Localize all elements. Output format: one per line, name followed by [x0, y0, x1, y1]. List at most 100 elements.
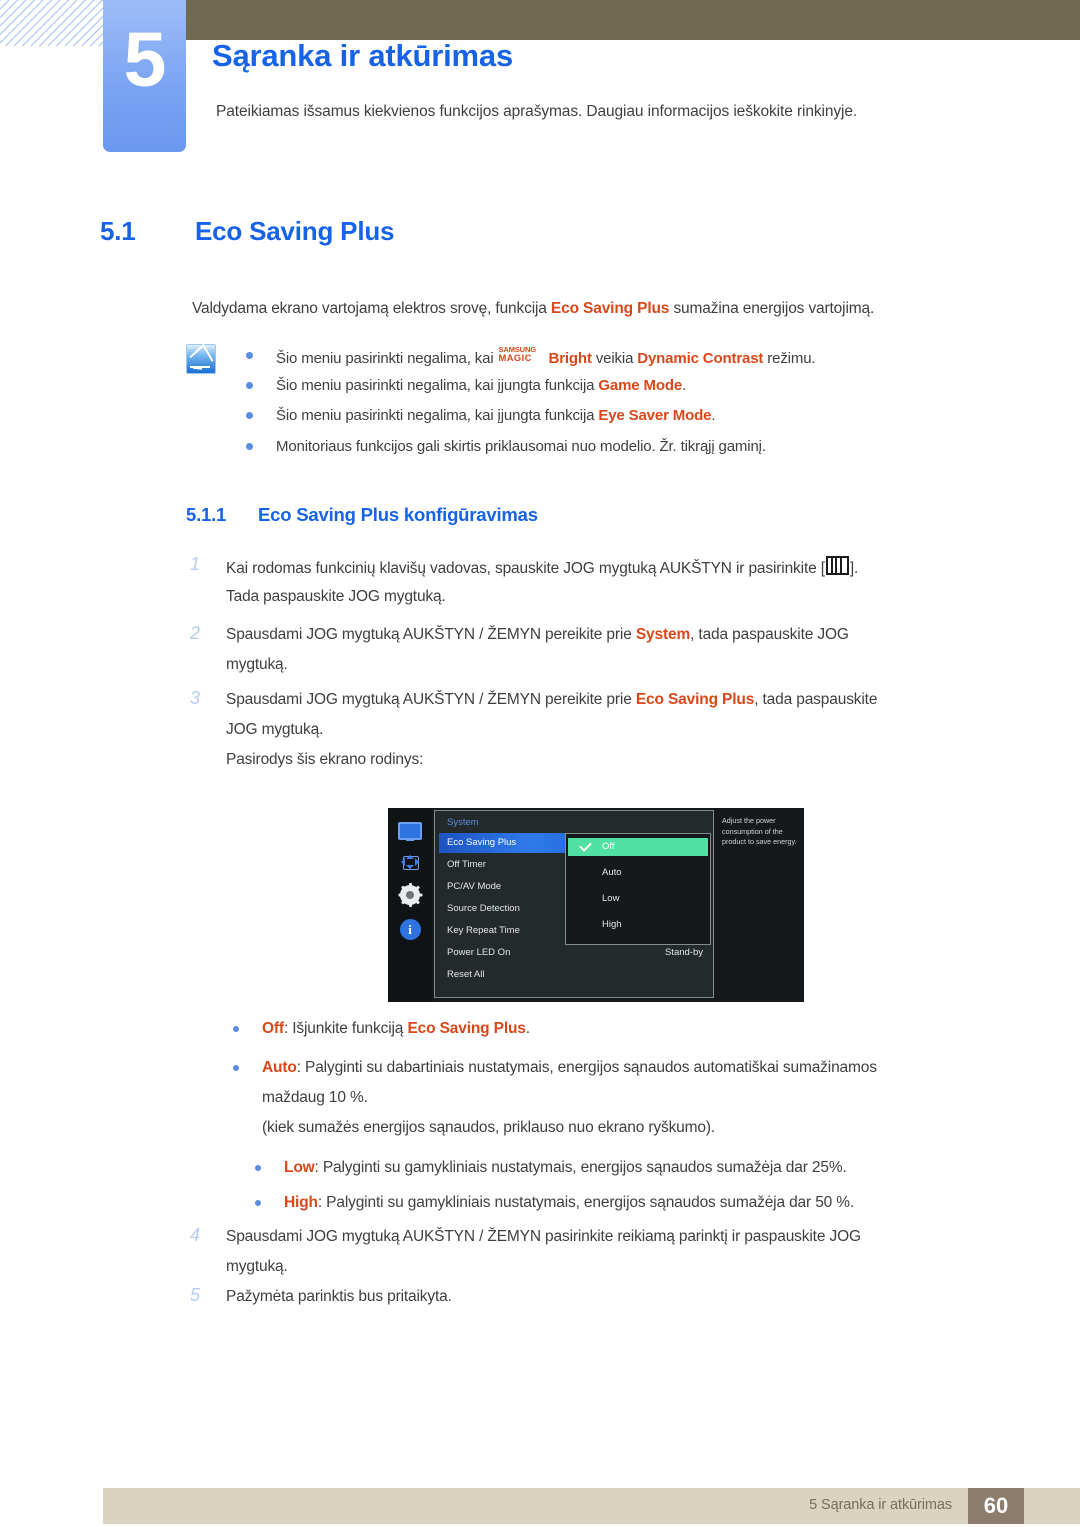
note-text-before: Šio meniu pasirinkti negalima, kai [276, 350, 498, 367]
option-term: Off [262, 1020, 284, 1037]
osd-option-high[interactable]: High [568, 916, 708, 934]
option-text-before: : Palyginti su dabartiniais nustatymais,… [296, 1059, 877, 1076]
subsection-number: 5.1.1 [186, 504, 227, 525]
osd-menu-item-label: Source Detection [447, 903, 520, 914]
step-3-line-2: JOG mygtuką. [226, 721, 324, 738]
osd-menu-item-label: PC/AV Mode [447, 881, 502, 892]
option-item-auto: Auto: Palyginti su dabartiniais nustatym… [262, 1058, 877, 1078]
decorative-hatch-pattern [0, 0, 108, 46]
note-text-middle: veikia [591, 350, 638, 367]
step-2-text-after: , tada paspauskite JOG [690, 626, 849, 643]
note-text-after: . [682, 377, 687, 394]
option-item-auto-line-2: maždaug 10 %. [262, 1089, 368, 1106]
step-1-line-2: Tada paspauskite JOG mygtuką. [226, 588, 446, 605]
osd-menu-item-label: Eco Saving Plus [447, 837, 517, 848]
option-item-auto-line-3: (kiek sumažės energijos sąnaudos, prikla… [262, 1119, 716, 1136]
section-title: Eco Saving Plus [195, 216, 395, 246]
section-number: 5.1 [100, 216, 136, 246]
option-term: Auto [262, 1059, 297, 1076]
osd-option-off[interactable]: Off [568, 838, 708, 856]
osd-option-label: Off [602, 841, 615, 852]
note-item: Monitoriaus funkcijos gali skirtis prikl… [276, 437, 766, 457]
step-1-line-1: Kai rodomas funkcinių klavišų vadovas, s… [226, 556, 858, 579]
osd-option-low[interactable]: Low [568, 890, 708, 908]
chapter-subtitle: Pateikiamas išsamus kiekvienos funkcijos… [216, 103, 858, 120]
osd-option-label: Low [602, 893, 620, 904]
option-bullet [255, 1165, 261, 1171]
section-intro-paragraph: Valdydama ekrano vartojamą elektros srov… [192, 299, 874, 319]
osd-menu-item-label: Key Repeat Time [447, 925, 520, 936]
option-item-off: Off: Išjunkite funkciją Eco Saving Plus. [262, 1019, 530, 1039]
osd-menu-item-label: Power LED On [447, 947, 511, 958]
note-text-before: Šio meniu pasirinkti negalima, kai įjung… [276, 407, 599, 424]
magic-bright-word: Bright [548, 350, 592, 367]
note-item: Šio meniu pasirinkti negalima, kai SAMSU… [276, 346, 816, 369]
magicbright-logo: SAMSUNG MAGIC [498, 346, 549, 364]
section-heading: 5.1 Eco Saving Plus [100, 216, 394, 247]
option-item-high: High: Palyginti su gamykliniais nustatym… [284, 1193, 854, 1213]
osd-menu-item-reset-all[interactable]: Reset All [439, 965, 605, 985]
step-number-1: 1 [190, 554, 201, 574]
pencil-shape [189, 343, 214, 374]
option-item-low: Low: Palyginti su gamykliniais nustatyma… [284, 1158, 847, 1178]
osd-option-label: Auto [602, 867, 622, 878]
osd-menu-item-power-led-value: Stand-by [664, 947, 703, 958]
intro-text-before: Valdydama ekrano vartojamą elektros srov… [192, 300, 551, 317]
monitor-icon[interactable] [398, 822, 422, 841]
subsection-heading: 5.1.1 Eco Saving Plus konfigūravimas [186, 504, 538, 526]
step-3-text-before: Spausdami JOG mygtuką AUKŠTYN / ŽEMYN pe… [226, 691, 636, 708]
option-bullet [233, 1065, 239, 1071]
position-arrows-icon[interactable] [399, 853, 421, 871]
osd-icon-rail: i [388, 808, 432, 1002]
pencil-underline [190, 366, 210, 368]
step-3-line-3: Pasirodys šis ekrano rodinys: [226, 751, 424, 768]
option-highlight: Eco Saving Plus [407, 1020, 526, 1037]
info-icon[interactable]: i [399, 919, 421, 940]
step-4-line-1: Spausdami JOG mygtuką AUKŠTYN / ŽEMYN pa… [226, 1228, 861, 1245]
step-2-text-before: Spausdami JOG mygtuką AUKŠTYN / ŽEMYN pe… [226, 626, 636, 643]
note-text-before: Monitoriaus funkcijos gali skirtis prikl… [276, 438, 766, 455]
option-bullet [233, 1026, 239, 1032]
note-bullet [246, 352, 253, 359]
option-text-before: : Išjunkite funkciją [283, 1020, 408, 1037]
osd-menu-item-label: Reset All [447, 969, 485, 980]
step-1-text-before: Kai rodomas funkcinių klavišų vadovas, s… [226, 560, 825, 577]
note-highlight: Dynamic Contrast [637, 350, 764, 367]
chapter-title: Sąranka ir atkūrimas [212, 38, 514, 73]
option-text-before: : Palyginti su gamykliniais nustatymais,… [317, 1194, 855, 1211]
option-term: High [284, 1194, 318, 1211]
step-number-3: 3 [190, 688, 201, 708]
gear-icon[interactable] [398, 883, 422, 907]
step-number-5: 5 [190, 1285, 201, 1305]
footer-page-number: 60 [968, 1488, 1024, 1524]
note-bullet [246, 412, 253, 419]
step-2-line-1: Spausdami JOG mygtuką AUKŠTYN / ŽEMYN pe… [226, 625, 849, 645]
step-5-line-1: Pažymėta parinktis bus pritaikyta. [226, 1288, 452, 1305]
osd-option-auto[interactable]: Auto [568, 864, 708, 882]
osd-help-text: Adjust the power consumption of the prod… [722, 816, 797, 846]
note-text-after: . [711, 407, 716, 424]
step-2-line-2: mygtuką. [226, 656, 288, 673]
header-olive-bar [186, 0, 1080, 40]
step-2-highlight: System [635, 626, 691, 643]
osd-menu-item-power-led-on[interactable]: Power LED On [439, 943, 605, 963]
step-3-line-1: Spausdami JOG mygtuką AUKŠTYN / ŽEMYN pe… [226, 690, 877, 710]
footer-chapter-label: 5 Sąranka ir atkūrimas [809, 1497, 952, 1513]
option-text-before: : Palyginti su gamykliniais nustatymais,… [314, 1159, 847, 1176]
note-highlight: Game Mode [598, 377, 683, 394]
osd-option-label: High [602, 919, 622, 930]
step-number-4: 4 [190, 1225, 201, 1245]
osd-screenshot: i System Eco Saving Plus Off Timer PC/AV… [388, 808, 804, 1002]
osd-menu-title: System [447, 817, 479, 828]
magic-magic-word: MAGIC [498, 352, 532, 363]
osd-menu-item-label: Off Timer [447, 859, 486, 870]
menu-bars-icon [825, 556, 849, 575]
note-text-before: Šio meniu pasirinkti negalima, kai įjung… [276, 377, 599, 394]
intro-text-after: sumažina energijos vartojimą. [669, 300, 875, 317]
osd-submenu-eco-saving-plus: Off Auto Low High [565, 833, 711, 945]
step-3-highlight: Eco Saving Plus [635, 691, 755, 708]
option-bullet [255, 1200, 261, 1206]
intro-highlight: Eco Saving Plus [550, 300, 670, 317]
note-item: Šio meniu pasirinkti negalima, kai įjung… [276, 406, 716, 426]
chapter-number-badge: 5 [103, 0, 186, 152]
